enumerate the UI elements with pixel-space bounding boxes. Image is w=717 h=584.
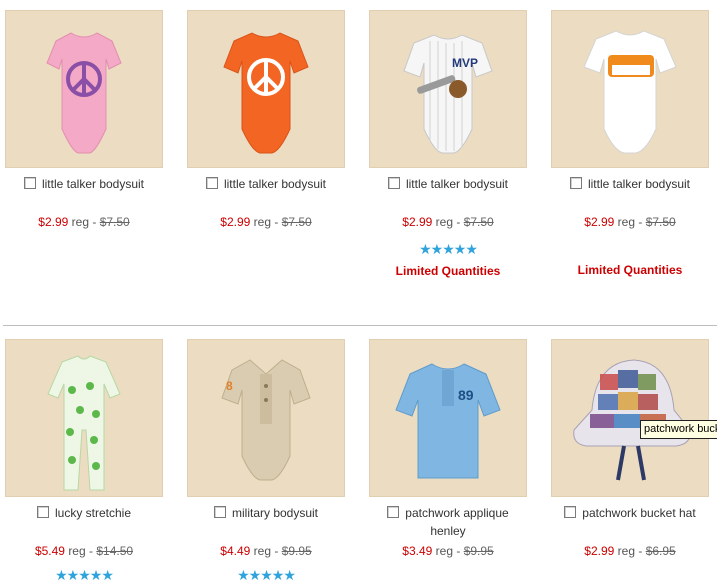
product-title-row: little talker bodysuit [5,175,163,193]
price-row: $3.49 reg - $9.95 [369,544,527,558]
product-image[interactable] [187,10,345,168]
product-title[interactable]: patchwork bucket hat [582,506,695,520]
regular-price: $9.95 [281,544,312,558]
compare-checkbox[interactable] [205,177,218,189]
product-title[interactable]: little talker bodysuit [42,177,144,191]
product-card: little talker bodysuit $2.99 reg - $7.50 [187,10,345,229]
product-title-row: little talker bodysuit [369,175,527,193]
product-title-row: little talker bodysuit [551,175,709,193]
price-row: $4.49 reg - $9.95 [187,544,345,558]
regular-price: $14.50 [96,544,134,558]
svg-text:MVP: MVP [452,56,478,70]
product-image[interactable] [5,339,163,497]
price-row: $2.99 reg - $7.50 [187,215,345,229]
product-title[interactable]: little talker bodysuit [588,177,690,191]
compare-checkbox[interactable] [213,506,226,518]
reg-label: reg - [435,544,461,558]
product-title-row: little talker bodysuit [187,175,345,193]
sale-price: $2.99 [220,215,251,229]
sale-price: $4.49 [220,544,251,558]
reg-label: reg - [71,215,97,229]
product-card: little talker bodysuit $2.99 reg - $7.50… [551,10,709,277]
price-row: $2.99 reg - $7.50 [369,215,527,229]
svg-text:8: 8 [226,379,233,393]
product-image[interactable]: 8 [187,339,345,497]
product-card: MVP little talker bodysuit $2.99 reg - $… [369,10,527,278]
compare-checkbox[interactable] [564,506,577,518]
product-title[interactable]: little talker bodysuit [224,177,326,191]
row-divider [3,325,717,326]
regular-price: $7.50 [281,215,312,229]
limited-quantities-label: Limited Quantities [395,264,501,278]
product-image[interactable]: 89 [369,339,527,497]
regular-price: $7.50 [645,215,676,229]
sale-price: $2.99 [584,544,615,558]
sale-price: $2.99 [402,215,433,229]
product-card: 89 patchwork applique henley $3.49 reg -… [369,339,527,558]
product-card: 8 military bodysuit $4.49 reg - $9.95 ★★… [187,339,345,583]
product-title[interactable]: lucky stretchie [55,506,131,520]
reg-label: reg - [253,544,279,558]
product-image[interactable] [551,10,709,168]
product-image[interactable] [551,339,709,497]
product-title-row: lucky stretchie [5,504,163,522]
compare-checkbox[interactable] [36,506,49,518]
product-title-row: patchwork applique henley [369,504,527,540]
price-row: $2.99 reg - $7.50 [5,215,163,229]
sale-price: $5.49 [34,544,65,558]
compare-checkbox[interactable] [387,177,400,189]
rating-stars[interactable]: ★★★★★ [369,241,527,258]
reg-label: reg - [68,544,93,558]
limited-quantities-label: Limited Quantities [577,263,683,277]
compare-checkbox[interactable] [23,177,36,189]
svg-text:89: 89 [458,387,474,403]
sale-price: $2.99 [584,215,615,229]
reg-label: reg - [253,215,279,229]
price-row: $5.49 reg - $14.50 [5,544,163,558]
regular-price: $9.95 [463,544,494,558]
sale-price: $2.99 [38,215,69,229]
tooltip: patchwork bucket hat [640,420,717,439]
compare-checkbox[interactable] [569,177,582,189]
product-title-row: patchwork bucket hat [551,504,709,522]
sale-price: $3.49 [402,544,433,558]
product-card: little talker bodysuit $2.99 reg - $7.50 [5,10,163,229]
product-card: lucky stretchie $5.49 reg - $14.50 ★★★★★ [5,339,163,583]
product-title[interactable]: military bodysuit [232,506,318,520]
product-title[interactable]: patchwork applique henley [405,506,508,538]
price-row: $2.99 reg - $6.95 [551,544,709,558]
product-image[interactable]: MVP [369,10,527,168]
product-image[interactable] [5,10,163,168]
reg-label: reg - [617,215,643,229]
product-title-row: military bodysuit [187,504,345,522]
product-title[interactable]: little talker bodysuit [406,177,508,191]
regular-price: $6.95 [645,544,676,558]
compare-checkbox[interactable] [387,506,400,518]
reg-label: reg - [435,215,461,229]
regular-price: $7.50 [463,215,494,229]
reg-label: reg - [617,544,643,558]
price-row: $2.99 reg - $7.50 [551,215,709,229]
regular-price: $7.50 [99,215,130,229]
